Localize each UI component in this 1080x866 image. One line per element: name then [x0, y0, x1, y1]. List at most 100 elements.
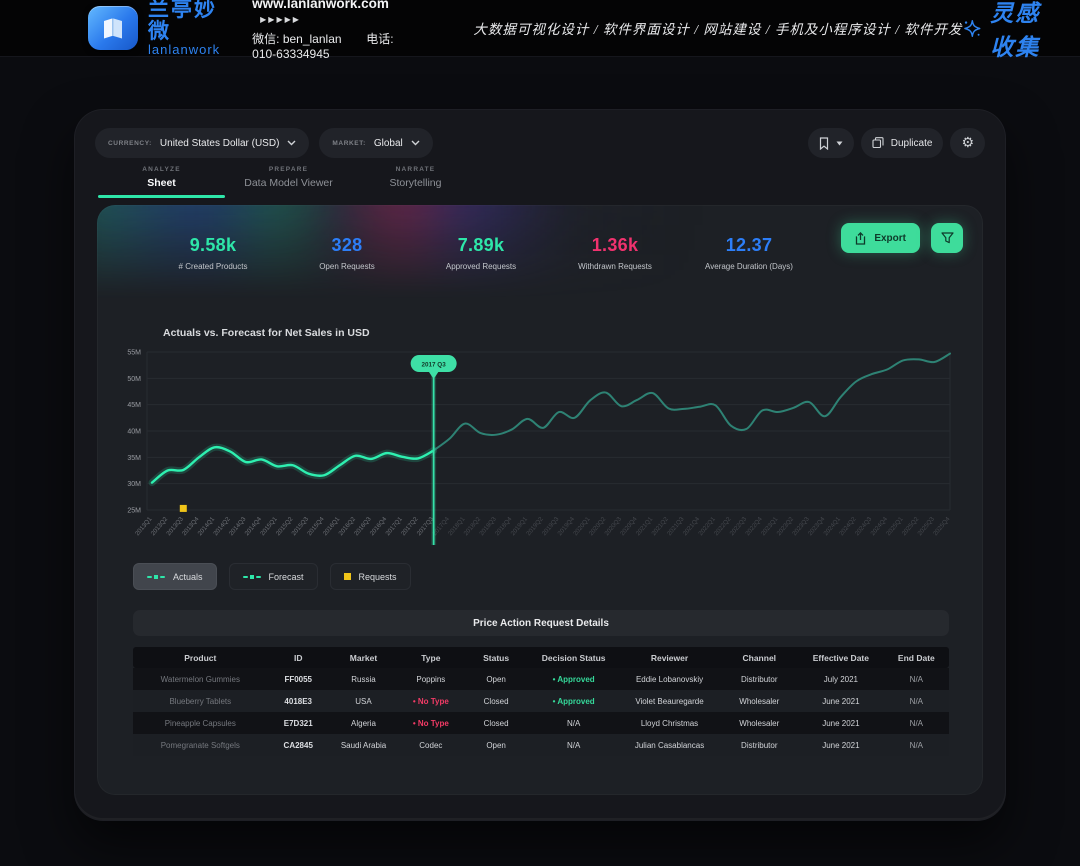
- cell-status: Open: [463, 741, 528, 750]
- export-icon: [855, 232, 866, 245]
- brand-name-cn: 兰亭妙微: [148, 0, 220, 43]
- kpi-value: 9.58k: [146, 235, 280, 256]
- cell-product: Pineapple Capsules: [133, 719, 268, 728]
- kpi--created-products: 9.58k # Created Products: [146, 235, 280, 271]
- cell-channel: Distributor: [721, 675, 799, 684]
- chevron-down-icon: [287, 140, 296, 146]
- arrows-decoration: ▶▶▶▶▶: [260, 15, 301, 24]
- tab-group-label: NARRATE: [352, 166, 479, 173]
- cell-type: Codec: [398, 741, 463, 750]
- brand-name-en: lanlanwork: [148, 43, 220, 57]
- duplicate-button[interactable]: Duplicate: [861, 128, 944, 158]
- line-marker-icon: [147, 575, 165, 579]
- chart-title: Actuals vs. Forecast for Net Sales in US…: [163, 327, 370, 339]
- kpi-withdrawn-requests: 1.36k Withdrawn Requests: [548, 235, 682, 271]
- cell-end: N/A: [884, 719, 949, 728]
- kpi-row: 9.58k # Created Products328 Open Request…: [146, 235, 816, 271]
- legend-item-actuals[interactable]: Actuals: [133, 563, 217, 590]
- table-title: Price Action Request Details: [473, 618, 609, 629]
- tabs: ANALYZE SheetPREPARE Data Model ViewerNA…: [98, 166, 479, 198]
- cell-type: Poppins: [398, 675, 463, 684]
- kpi-open-requests: 328 Open Requests: [280, 235, 414, 271]
- currency-label: CURRENCY:: [108, 140, 152, 147]
- kpi-value: 7.89k: [414, 235, 548, 256]
- cell-id: 4018E3: [268, 697, 329, 706]
- legend-item-requests[interactable]: Requests: [330, 563, 411, 590]
- cell-product: Blueberry Tablets: [133, 697, 268, 706]
- svg-text:2017 Q3: 2017 Q3: [422, 361, 447, 368]
- legend-item-forecast[interactable]: Forecast: [229, 563, 318, 590]
- active-tab-underline: [98, 195, 225, 199]
- tab-group-label: PREPARE: [225, 166, 352, 173]
- settings-button[interactable]: ⚙: [950, 128, 985, 158]
- cell-reviewer: Eddie Lobanovskiy: [619, 675, 721, 684]
- column-header: ID: [268, 653, 329, 663]
- sales-chart-svg: 25M30M35M40M45M50M55M2013Q12013Q22013Q32…: [97, 345, 967, 557]
- website-link[interactable]: www.lanlanwork.com: [252, 0, 389, 11]
- dashboard-card: CURRENCY: United States Dollar (USD) MAR…: [75, 110, 1005, 820]
- table-row[interactable]: Pomegranate SoftgelsCA2845Saudi ArabiaCo…: [133, 734, 949, 756]
- kpi-average-duration-days-: 12.37 Average Duration (Days): [682, 235, 816, 271]
- svg-text:55M: 55M: [127, 350, 141, 357]
- controls-row: CURRENCY: United States Dollar (USD) MAR…: [95, 128, 985, 158]
- cell-channel: Wholesaler: [721, 697, 799, 706]
- line-marker-icon: [243, 575, 261, 579]
- cell-effective: July 2021: [798, 675, 884, 684]
- cell-reviewer: Lloyd Christmas: [619, 719, 721, 728]
- book-icon: [98, 14, 128, 42]
- kpi-value: 12.37: [682, 235, 816, 256]
- svg-text:45M: 45M: [127, 402, 141, 409]
- cell-effective: June 2021: [798, 719, 884, 728]
- collect-label: 灵感收集: [990, 0, 1064, 62]
- cell-effective: June 2021: [798, 741, 884, 750]
- column-header: Reviewer: [619, 653, 721, 663]
- kpi-approved-requests: 7.89k Approved Requests: [414, 235, 548, 271]
- cell-id: E7D321: [268, 719, 329, 728]
- tab-sheet[interactable]: ANALYZE Sheet: [98, 166, 225, 198]
- tab-data-model-viewer[interactable]: PREPARE Data Model Viewer: [225, 166, 352, 198]
- legend-label: Actuals: [173, 572, 203, 582]
- bookmark-button[interactable]: [808, 128, 854, 158]
- cell-type: • No Type: [398, 697, 463, 706]
- kpi-label: Average Duration (Days): [682, 262, 816, 271]
- tab-label: Storytelling: [352, 177, 479, 189]
- market-dropdown[interactable]: MARKET: Global: [319, 128, 432, 158]
- currency-value: United States Dollar (USD): [160, 138, 279, 149]
- cell-reviewer: Julian Casablancas: [619, 741, 721, 750]
- gear-icon: ⚙: [961, 136, 974, 150]
- square-marker-icon: [344, 573, 351, 580]
- filter-button[interactable]: [931, 223, 963, 253]
- cell-status: Closed: [463, 719, 528, 728]
- cell-market: Algeria: [329, 719, 398, 728]
- kpi-label: Approved Requests: [414, 262, 548, 271]
- brand-text: 兰亭妙微 lanlanwork: [148, 0, 220, 57]
- cell-product: Pomegranate Softgels: [133, 741, 268, 750]
- cell-product: Watermelon Gummies: [133, 675, 268, 684]
- tab-storytelling[interactable]: NARRATE Storytelling: [352, 166, 479, 198]
- kpi-label: Open Requests: [280, 262, 414, 271]
- cell-decision: N/A: [529, 741, 619, 750]
- svg-text:30M: 30M: [127, 481, 141, 488]
- chart-legend: Actuals Forecast Requests: [133, 563, 411, 590]
- cell-end: N/A: [884, 697, 949, 706]
- export-label: Export: [874, 233, 906, 244]
- brand-logo-icon: [88, 6, 138, 50]
- tab-label: Sheet: [98, 177, 225, 189]
- currency-dropdown[interactable]: CURRENCY: United States Dollar (USD): [95, 128, 309, 158]
- duplicate-label: Duplicate: [891, 138, 933, 149]
- table-row[interactable]: Blueberry Tablets4018E3USA• No TypeClose…: [133, 690, 949, 712]
- column-header: Product: [133, 653, 268, 663]
- cell-effective: June 2021: [798, 697, 884, 706]
- cell-market: USA: [329, 697, 398, 706]
- cell-decision: • Approved: [529, 675, 619, 684]
- table-row[interactable]: Pineapple CapsulesE7D321Algeria• No Type…: [133, 712, 949, 734]
- cell-id: CA2845: [268, 741, 329, 750]
- cell-status: Open: [463, 675, 528, 684]
- chart-area[interactable]: 25M30M35M40M45M50M55M2013Q12013Q22013Q32…: [97, 345, 967, 557]
- tab-group-label: ANALYZE: [98, 166, 225, 173]
- column-header: Type: [398, 653, 463, 663]
- svg-text:40M: 40M: [127, 429, 141, 436]
- export-button[interactable]: Export: [841, 223, 920, 253]
- table-row[interactable]: Watermelon GummiesFF0055RussiaPoppinsOpe…: [133, 668, 949, 690]
- cell-type: • No Type: [398, 719, 463, 728]
